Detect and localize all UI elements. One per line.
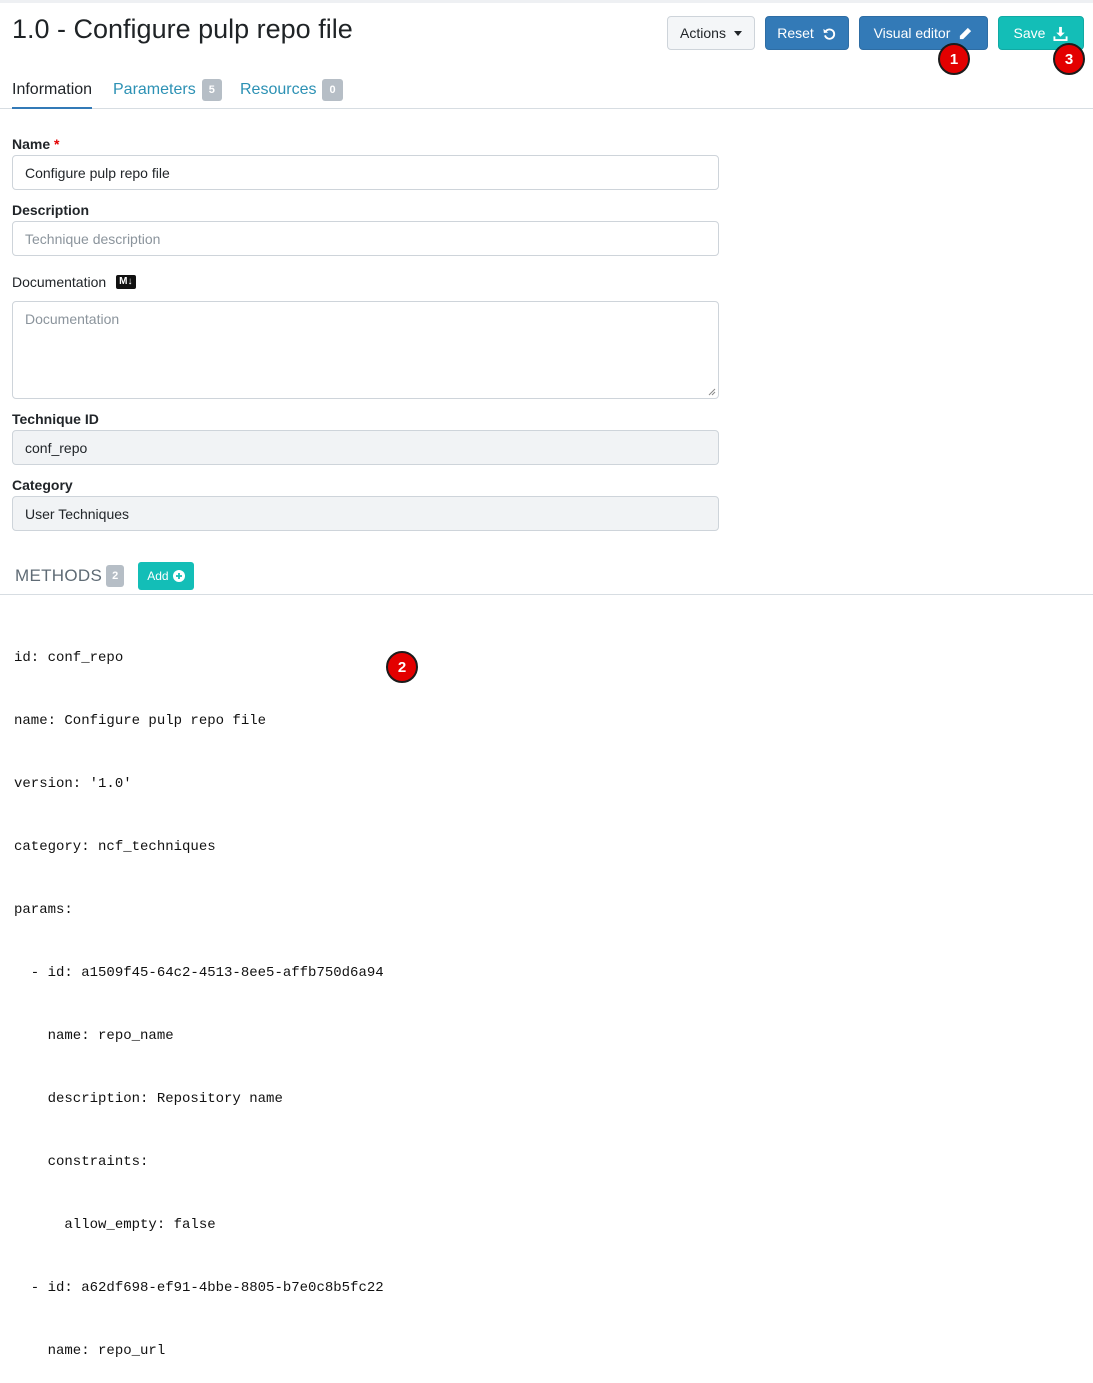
description-input[interactable]: Technique description: [12, 221, 719, 256]
technique-id-value: conf_repo: [25, 439, 88, 456]
yaml-line: params:: [14, 902, 73, 918]
actions-label: Actions: [680, 25, 726, 41]
plus-circle-icon: [172, 570, 185, 582]
methods-divider: [0, 594, 1093, 595]
visual-editor-label: Visual editor: [873, 25, 951, 41]
reset-button[interactable]: Reset: [765, 16, 849, 50]
tab-bar: Information Parameters 5 Resources 0: [0, 72, 1093, 109]
documentation-placeholder: Documentation: [25, 311, 120, 327]
name-input-value: Configure pulp repo file: [25, 164, 170, 181]
tab-resources[interactable]: Resources 0: [240, 72, 343, 108]
top-shade: [0, 0, 1093, 3]
documentation-label-text: Documentation: [12, 274, 107, 290]
name-input[interactable]: Configure pulp repo file: [12, 155, 719, 190]
page-title: 1.0 - Configure pulp repo file: [12, 14, 353, 44]
resources-count-badge: 0: [322, 79, 343, 101]
download-icon: [1053, 26, 1068, 41]
undo-icon: [823, 27, 835, 40]
add-method-button[interactable]: Add: [138, 562, 194, 590]
category-label: Category: [12, 477, 73, 493]
parameters-count-badge: 5: [201, 79, 222, 101]
documentation-textarea[interactable]: Documentation: [12, 301, 719, 399]
description-label: Description: [12, 202, 90, 218]
name-label: Name *: [12, 136, 59, 152]
caret-down-icon: [733, 30, 742, 36]
tab-information-label: Information: [12, 80, 93, 98]
yaml-line: name: Configure pulp repo file: [14, 713, 267, 729]
methods-count-badge: 2: [106, 565, 125, 587]
yaml-line: id: conf_repo: [14, 650, 124, 666]
reset-label: Reset: [777, 25, 814, 41]
yaml-line: name: repo_url: [14, 1343, 166, 1359]
marker-1: 1: [938, 43, 970, 75]
name-label-text: Name: [12, 136, 51, 152]
visual-editor-button[interactable]: Visual editor: [859, 16, 988, 50]
tab-parameters-label: Parameters: [113, 81, 196, 98]
marker-2: 2: [386, 651, 418, 683]
yaml-line: name: repo_name: [14, 1028, 174, 1044]
category-input[interactable]: User Techniques: [12, 496, 719, 531]
yaml-line: description: Repository name: [14, 1091, 283, 1107]
markdown-icon: M↓: [116, 275, 136, 289]
description-placeholder: Technique description: [25, 230, 161, 247]
add-method-label: Add: [147, 569, 169, 583]
tab-information[interactable]: Information: [12, 72, 93, 109]
technique-id-label: Technique ID: [12, 411, 99, 427]
yaml-line: constraints:: [14, 1154, 149, 1170]
category-value: User Techniques: [25, 505, 130, 522]
technique-id-input[interactable]: conf_repo: [12, 430, 719, 465]
yaml-line: - id: a1509f45-64c2-4513-8ee5-affb750d6a…: [14, 965, 384, 981]
tab-parameters[interactable]: Parameters 5: [113, 72, 222, 108]
methods-header: METHODS 2 Add: [15, 562, 194, 590]
actions-dropdown-button[interactable]: Actions: [667, 16, 755, 50]
yaml-line: version: '1.0': [14, 776, 132, 792]
required-mark: *: [54, 136, 60, 152]
yaml-editor[interactable]: id: conf_repo name: Configure pulp repo …: [14, 606, 384, 1383]
save-label: Save: [1013, 25, 1046, 41]
yaml-line: category: ncf_techniques: [14, 839, 216, 855]
marker-3: 3: [1053, 43, 1085, 75]
documentation-label: Documentation M↓: [12, 274, 136, 290]
methods-title: METHODS: [15, 566, 103, 585]
pencil-icon: [960, 27, 972, 39]
yaml-line: allow_empty: false: [14, 1217, 216, 1233]
yaml-line: - id: a62df698-ef91-4bbe-8805-b7e0c8b5fc…: [14, 1280, 384, 1296]
resize-grip-icon[interactable]: [708, 388, 716, 396]
tab-resources-label: Resources: [240, 81, 317, 98]
